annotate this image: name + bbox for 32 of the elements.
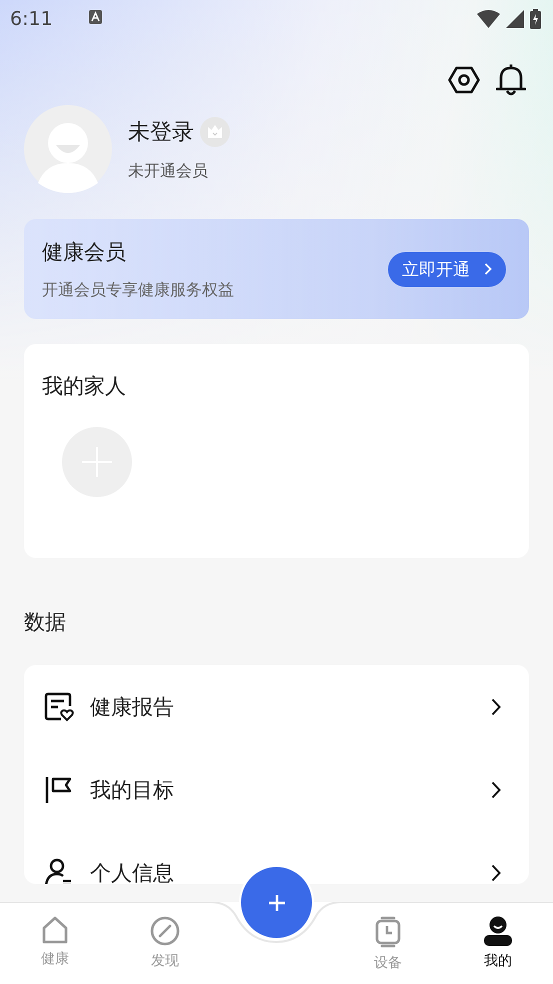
family-title: 我的家人	[42, 373, 126, 400]
nav-tab[interactable]: 我的	[443, 916, 553, 970]
report-heart-icon	[44, 692, 74, 722]
watch-icon	[375, 916, 401, 948]
list-item-label[interactable]: 我的目标	[90, 776, 174, 804]
wifi-icon	[477, 10, 500, 28]
member-title: 健康会员	[42, 238, 127, 266]
user-name[interactable]: 未登录	[128, 116, 194, 146]
chevron-icon	[491, 864, 501, 882]
person-icon	[484, 916, 512, 946]
person-icon	[44, 858, 74, 884]
signal-icon	[506, 10, 524, 28]
crown-badge-icon	[200, 116, 230, 146]
bell-icon[interactable]	[496, 64, 526, 96]
membership-status: 未开通会员	[128, 160, 209, 182]
plus-icon	[268, 894, 286, 912]
chevron-icon	[491, 698, 501, 716]
settings-icon[interactable]	[448, 66, 480, 94]
chevron-icon	[484, 263, 492, 275]
activate-button[interactable]: 立即开通	[388, 252, 506, 286]
battery-icon	[530, 9, 541, 29]
compass-icon	[150, 916, 180, 946]
section-title: 数据	[24, 609, 67, 636]
list-item-label[interactable]: 健康报告	[90, 692, 174, 720]
list-item-label[interactable]: 个人信息	[90, 858, 174, 884]
home-icon	[41, 916, 69, 944]
keyboard-icon	[88, 10, 102, 24]
chevron-icon	[491, 780, 501, 798]
member-subtitle: 开通会员专享健康服务权益	[42, 280, 234, 300]
status-time: 6:11	[10, 8, 53, 30]
add-button[interactable]	[241, 867, 312, 938]
flag-icon	[44, 774, 74, 804]
